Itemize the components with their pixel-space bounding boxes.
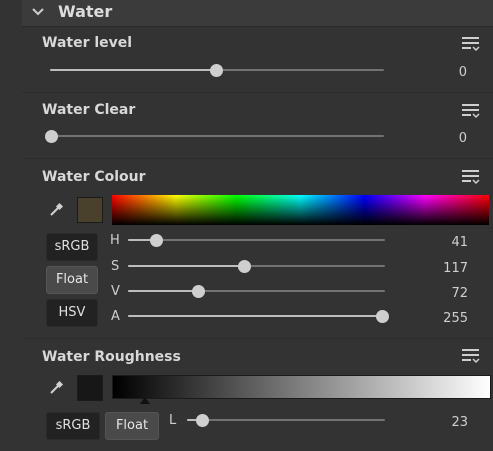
menu-icon[interactable]	[461, 169, 481, 185]
menu-icon[interactable]	[461, 348, 481, 364]
slider-handle[interactable]	[150, 234, 163, 247]
srgb-button[interactable]: sRGB	[46, 233, 98, 261]
divider	[22, 92, 493, 93]
menu-icon[interactable]	[461, 103, 481, 119]
water-colour-swatch[interactable]	[77, 197, 103, 223]
srgb-button[interactable]: sRGB	[46, 412, 100, 440]
float-button[interactable]: Float	[105, 412, 159, 440]
water-clear-value[interactable]: 0	[417, 131, 467, 146]
panel-title: Water	[58, 2, 113, 21]
a-slider[interactable]	[128, 310, 389, 323]
water-level-title: Water level	[42, 35, 133, 51]
v-label: V	[111, 284, 120, 299]
water-clear-title: Water Clear	[42, 102, 136, 118]
menu-icon[interactable]	[461, 36, 481, 52]
l-label: L	[169, 413, 177, 428]
s-slider[interactable]	[128, 260, 385, 273]
water-level-value[interactable]: 0	[417, 65, 467, 80]
v-value[interactable]: 72	[418, 286, 468, 301]
hue-spectrum-picker[interactable]	[112, 195, 489, 225]
slider-handle[interactable]	[376, 310, 389, 323]
chevron-down-icon[interactable]	[31, 6, 45, 18]
v-slider[interactable]	[128, 285, 385, 298]
water-roughness-title: Water Roughness	[42, 349, 181, 365]
eyedropper-icon[interactable]	[48, 202, 64, 218]
panel-header[interactable]: Water	[22, 0, 493, 27]
water-roughness-swatch[interactable]	[77, 375, 103, 401]
l-slider[interactable]	[187, 414, 385, 427]
h-slider[interactable]	[128, 234, 385, 247]
h-value[interactable]: 41	[418, 235, 468, 250]
water-clear-slider[interactable]	[45, 130, 385, 143]
slider-handle[interactable]	[210, 64, 223, 77]
s-value[interactable]: 117	[418, 261, 468, 276]
divider	[22, 338, 493, 339]
divider	[22, 158, 493, 159]
eyedropper-icon[interactable]	[48, 380, 64, 396]
h-label: H	[110, 233, 120, 248]
slider-handle[interactable]	[238, 260, 251, 273]
gradient-marker-icon[interactable]	[140, 397, 150, 404]
slider-handle[interactable]	[192, 285, 205, 298]
l-value[interactable]: 23	[418, 415, 468, 430]
slider-handle[interactable]	[196, 414, 209, 427]
slider-handle[interactable]	[45, 130, 58, 143]
a-label: A	[111, 309, 120, 324]
s-label: S	[111, 259, 120, 274]
float-button[interactable]: Float	[46, 266, 98, 294]
hsv-button[interactable]: HSV	[46, 299, 98, 327]
water-colour-title: Water Colour	[42, 169, 146, 185]
luminance-gradient-picker[interactable]	[112, 375, 491, 399]
a-value[interactable]: 255	[418, 311, 468, 326]
water-level-slider[interactable]	[50, 64, 384, 77]
